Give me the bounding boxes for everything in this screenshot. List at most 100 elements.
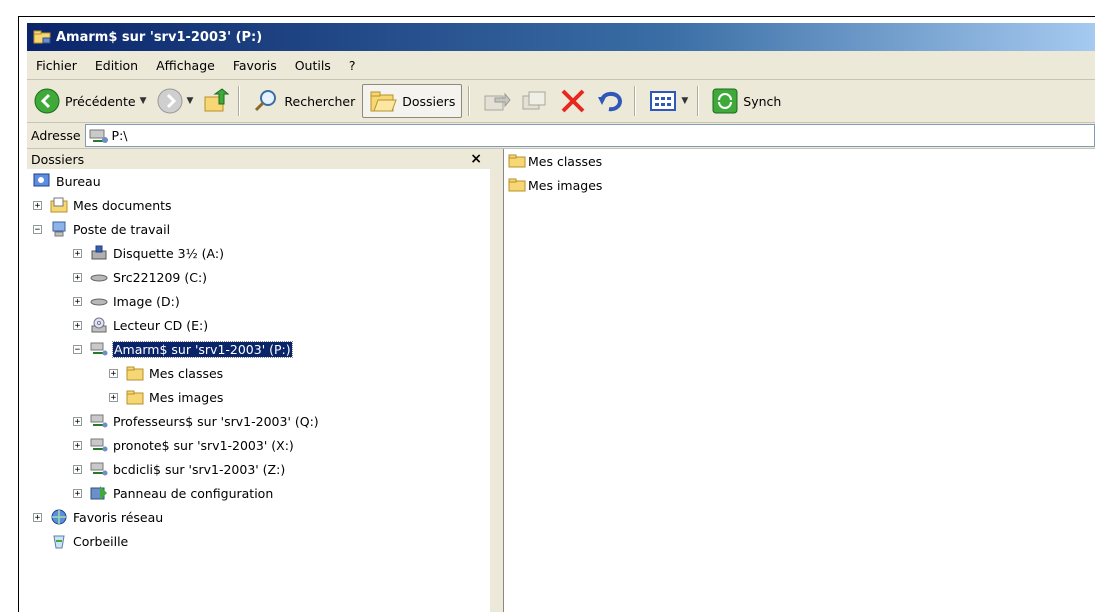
network-drive-icon: [90, 437, 108, 453]
file-item-mes-classes[interactable]: Mes classes: [508, 151, 602, 171]
expand-plus-icon[interactable]: +: [73, 416, 82, 426]
menu-fichier[interactable]: Fichier: [27, 58, 86, 73]
tree-label: bcdicli$ sur 'srv1-2003' (Z:): [113, 461, 286, 477]
tree-label: Lecteur CD (E:): [113, 317, 209, 333]
tree-label: Bureau: [56, 173, 101, 189]
expand-plus-icon[interactable]: +: [73, 248, 82, 258]
window-title: Amarm$ sur 'srv1-2003' (P:): [56, 29, 263, 45]
views-dropdown-icon[interactable]: ▼: [681, 96, 688, 106]
tree-node-mes-classes[interactable]: + Mes classes: [109, 361, 223, 385]
folders-pane-title: Dossiers: [31, 151, 85, 167]
title-bar[interactable]: Amarm$ sur 'srv1-2003' (P:): [27, 23, 1095, 51]
folders-label: Dossiers: [402, 93, 456, 109]
search-label: Rechercher: [284, 93, 356, 109]
toolbar: Précédente ▼ ▼ Rechercher Dossiers ▼ Syn…: [27, 80, 1095, 123]
tree-node-drive-d[interactable]: + Image (D:): [73, 289, 180, 313]
views-button[interactable]: ▼: [646, 84, 691, 118]
folders-icon: [370, 91, 397, 112]
tree-node-favoris-reseau[interactable]: + Favoris réseau: [33, 505, 163, 529]
folders-pane-header: Dossiers ×: [27, 149, 490, 169]
move-to-icon: [484, 92, 511, 111]
expand-plus-icon[interactable]: +: [73, 320, 82, 330]
expand-plus-icon[interactable]: +: [73, 296, 82, 306]
expand-plus-icon[interactable]: +: [73, 440, 82, 450]
copy-to-button[interactable]: [518, 84, 552, 118]
move-to-button[interactable]: [480, 84, 514, 118]
folder-contents-pane: Mes classes Mes images: [503, 149, 1095, 612]
close-icon[interactable]: ×: [470, 151, 490, 167]
menu-favoris[interactable]: Favoris: [224, 58, 286, 73]
address-value: P:\: [111, 128, 128, 143]
tree-label: Panneau de configuration: [113, 485, 274, 501]
folder-icon: [508, 178, 526, 192]
delete-button[interactable]: [556, 84, 590, 118]
sync-button[interactable]: Synch: [709, 84, 784, 118]
tree-label: Professeurs$ sur 'srv1-2003' (Q:): [113, 413, 319, 429]
network-places-icon: [50, 509, 68, 525]
network-drive-icon: [90, 341, 108, 357]
tree-node-drive-q[interactable]: + Professeurs$ sur 'srv1-2003' (Q:): [73, 409, 319, 433]
tree-node-disquette[interactable]: + Disquette 3½ (A:): [73, 241, 224, 265]
tree-node-corbeille[interactable]: Corbeille: [50, 529, 128, 553]
tree-node-mes-images[interactable]: + Mes images: [109, 385, 223, 409]
copy-to-icon: [522, 91, 546, 110]
expand-plus-icon[interactable]: +: [33, 512, 42, 522]
expand-plus-icon[interactable]: +: [109, 392, 118, 402]
hard-drive-icon: [90, 293, 108, 309]
views-icon: [650, 91, 677, 111]
file-item-mes-images[interactable]: Mes images: [508, 175, 602, 195]
expand-plus-icon[interactable]: +: [73, 272, 82, 282]
folder-icon: [508, 154, 526, 168]
explorer-window: Amarm$ sur 'srv1-2003' (P:) Fichier Edit…: [27, 23, 1095, 612]
tree-label: Disquette 3½ (A:): [113, 245, 224, 261]
tree-node-drive-z[interactable]: + bcdicli$ sur 'srv1-2003' (Z:): [73, 457, 285, 481]
tree-node-drive-p[interactable]: − Amarm$ sur 'srv1-2003' (P:): [73, 337, 293, 361]
network-drive-icon: [90, 413, 108, 429]
back-button[interactable]: Précédente ▼: [31, 84, 150, 118]
menu-bar: Fichier Edition Affichage Favoris Outils…: [27, 51, 1095, 80]
collapse-minus-icon[interactable]: −: [33, 224, 42, 234]
back-label: Précédente: [65, 93, 136, 109]
computer-icon: [50, 221, 68, 237]
file-name: Mes classes: [528, 153, 603, 169]
tree-node-drive-x[interactable]: + pronote$ sur 'srv1-2003' (X:): [73, 433, 294, 457]
up-folder-icon: [204, 88, 230, 112]
tree-node-mes-documents[interactable]: + Mes documents: [33, 193, 172, 217]
toolbar-separator: [697, 86, 700, 116]
folders-button[interactable]: Dossiers: [362, 84, 463, 118]
folder-icon: [126, 365, 144, 381]
menu-help[interactable]: ?: [340, 58, 365, 73]
forward-arrow-icon: [157, 88, 182, 114]
menu-edition[interactable]: Edition: [86, 58, 147, 73]
tree-label: Mes classes: [149, 365, 224, 381]
tree-label-selected: Amarm$ sur 'srv1-2003' (P:): [112, 340, 293, 358]
search-button[interactable]: Rechercher: [250, 84, 358, 118]
toolbar-separator: [238, 86, 241, 116]
tree-node-poste-de-travail[interactable]: − Poste de travail: [33, 217, 170, 241]
expand-plus-icon[interactable]: +: [33, 200, 42, 210]
tree-node-bureau[interactable]: Bureau: [33, 169, 101, 193]
tree-label: Mes images: [149, 389, 224, 405]
tree-node-drive-c[interactable]: + Src221209 (C:): [73, 265, 207, 289]
address-input[interactable]: P:\: [84, 124, 1095, 147]
tree-label: pronote$ sur 'srv1-2003' (X:): [113, 437, 294, 453]
back-dropdown-icon[interactable]: ▼: [140, 96, 147, 106]
tree-label: Src221209 (C:): [113, 269, 208, 285]
expand-plus-icon[interactable]: +: [73, 464, 82, 474]
desktop-icon: [33, 173, 51, 189]
network-drive-icon: [90, 461, 108, 477]
forward-dropdown-icon[interactable]: ▼: [187, 96, 194, 106]
tree-node-control-panel[interactable]: + Panneau de configuration: [73, 481, 273, 505]
menu-affichage[interactable]: Affichage: [147, 58, 224, 73]
toolbar-separator: [634, 86, 637, 116]
up-folder-button[interactable]: [200, 84, 232, 118]
undo-button[interactable]: [594, 84, 628, 118]
collapse-minus-icon[interactable]: −: [73, 344, 82, 354]
expand-plus-icon[interactable]: +: [109, 368, 118, 378]
tree-node-drive-e[interactable]: + Lecteur CD (E:): [73, 313, 208, 337]
network-drive-icon: [89, 129, 108, 143]
control-panel-icon: [90, 485, 108, 501]
menu-outils[interactable]: Outils: [286, 58, 340, 73]
forward-button[interactable]: ▼: [154, 84, 197, 118]
expand-plus-icon[interactable]: +: [73, 488, 82, 498]
